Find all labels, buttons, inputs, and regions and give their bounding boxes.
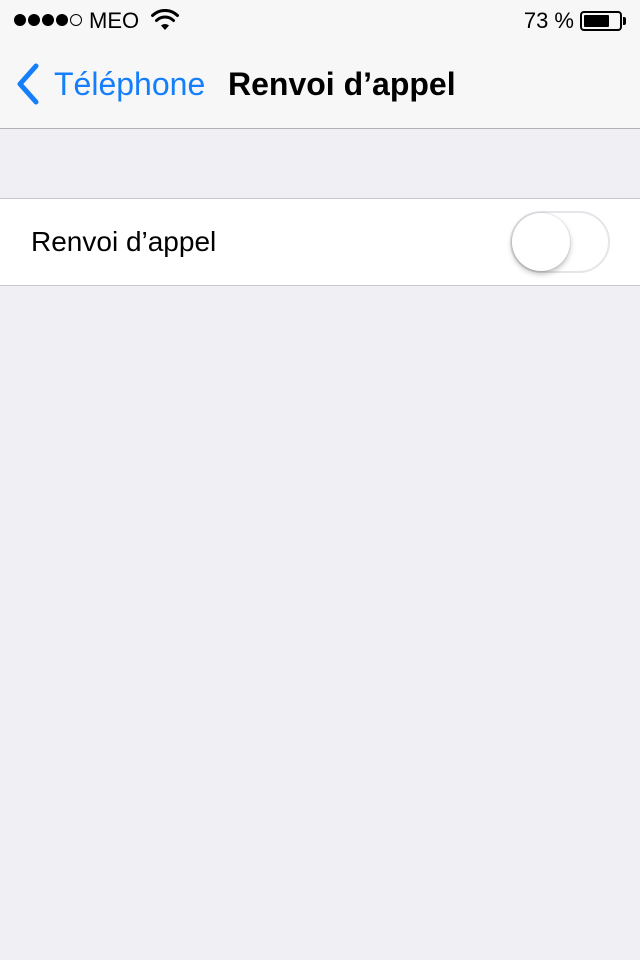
toggle-knob bbox=[512, 213, 570, 271]
battery-fill bbox=[584, 15, 609, 27]
signal-dot bbox=[56, 14, 68, 26]
call-forwarding-toggle[interactable] bbox=[510, 211, 610, 273]
signal-dot bbox=[14, 14, 26, 26]
back-button[interactable]: Téléphone bbox=[14, 62, 205, 106]
back-button-label: Téléphone bbox=[54, 66, 206, 102]
page-title: Renvoi d’appel bbox=[228, 66, 456, 102]
navigation-bar: Téléphone Renvoi d’appel bbox=[0, 40, 640, 129]
signal-strength-icon bbox=[14, 13, 82, 27]
status-bar: MEO 73 % bbox=[0, 0, 640, 40]
call-forwarding-label: Renvoi d’appel bbox=[31, 226, 217, 257]
carrier-name: MEO bbox=[89, 8, 140, 33]
signal-dot bbox=[70, 14, 82, 26]
settings-section: Renvoi d’appel bbox=[0, 198, 640, 286]
signal-dot bbox=[28, 14, 40, 26]
battery-percentage: 73 % bbox=[523, 8, 574, 33]
battery-icon bbox=[580, 11, 626, 31]
wifi-icon bbox=[151, 9, 179, 30]
screen: MEO 73 % Téléphone Renvoi d’appel Renvoi… bbox=[0, 0, 640, 960]
chevron-left-icon bbox=[17, 63, 39, 105]
signal-dot bbox=[42, 14, 54, 26]
